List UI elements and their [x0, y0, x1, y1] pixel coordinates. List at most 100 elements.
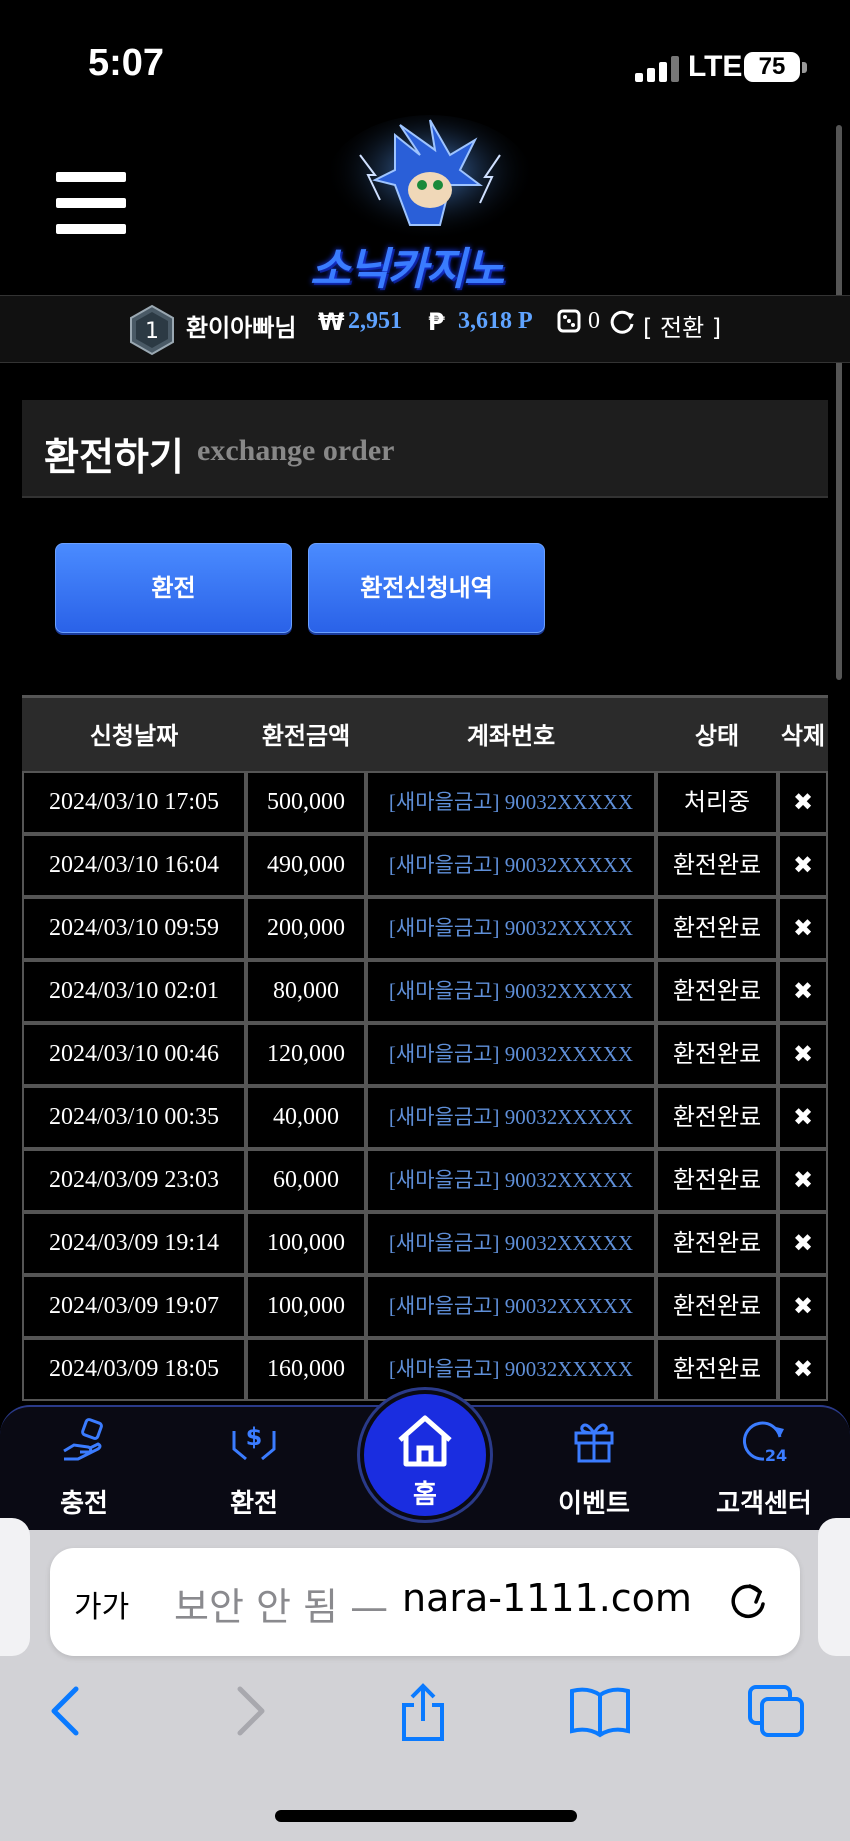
row-status: 환전완료 [658, 1277, 776, 1336]
delete-icon[interactable]: ✖ [780, 1088, 826, 1147]
refresh-icon[interactable] [608, 308, 636, 342]
row-status: 환전완료 [658, 836, 776, 895]
row-date: 2024/03/10 00:46 [24, 1025, 244, 1084]
network-label: LTE [688, 50, 743, 83]
table-row: 2024/03/09 19:07 100,000 [새마을금고] 90032XXXX… [22, 1275, 828, 1338]
logo-text: 소닉카지노 [310, 244, 504, 295]
hands-dollar-icon: $ [232, 1423, 276, 1461]
row-date: 2024/03/10 17:05 [24, 773, 244, 832]
table-row: 2024/03/10 09:59 200,000 [새마을금고] 90032XXXX… [22, 897, 828, 960]
delete-icon[interactable]: ✖ [780, 962, 826, 1021]
hand-money-icon [63, 1418, 103, 1461]
row-amount: 200,000 [248, 899, 364, 958]
row-amount: 500,000 [248, 773, 364, 832]
page-title-korean: 환전하기 [44, 435, 184, 479]
share-icon[interactable] [398, 1683, 448, 1743]
nav-charge[interactable]: 충전 [24, 1407, 144, 1532]
address-bar[interactable]: 가가 보안 안 됨 — nara-1111.com [50, 1548, 800, 1656]
table-row: 2024/03/10 00:46 120,000 [새마을금고] 90032XXXX… [22, 1023, 828, 1086]
page-scrollbar[interactable] [836, 125, 842, 680]
nav-charge-label: 충전 [60, 1489, 108, 1519]
page-title: 환전하기 exchange order [22, 400, 828, 498]
forward-icon[interactable] [230, 1683, 270, 1739]
header-account: 계좌번호 [466, 722, 556, 750]
battery-tip [802, 62, 807, 73]
table-row: 2024/03/10 02:01 80,000 [새마을금고] 90032XXXXX… [22, 960, 828, 1023]
bookmarks-icon[interactable] [568, 1683, 632, 1739]
header-amount: 환전금액 [261, 722, 351, 750]
svg-text:1: 1 [145, 319, 159, 344]
gift-icon [574, 1423, 614, 1463]
battery-icon: 75 [744, 52, 800, 82]
url-domain[interactable]: nara-1111.com [402, 1576, 692, 1620]
nav-support-label: 고객센터 [716, 1489, 812, 1519]
text-size-button[interactable]: 가가 [74, 1582, 129, 1626]
nav-event[interactable]: 이벤트 [534, 1407, 654, 1532]
delete-icon[interactable]: ✖ [780, 1277, 826, 1336]
row-status: 환전완료 [658, 899, 776, 958]
delete-icon[interactable]: ✖ [780, 1025, 826, 1084]
nav-home-label: 홈 [413, 1480, 437, 1510]
money-balance: 2,951 [348, 308, 402, 334]
row-account[interactable]: [새마을금고] 90032XXXXX [368, 836, 654, 895]
hamburger-menu-button[interactable] [56, 172, 126, 234]
point-icon: ₱ [428, 308, 445, 336]
table-row: 2024/03/10 16:04 490,000 [새마을금고] 90032XXXX… [22, 834, 828, 897]
delete-icon[interactable]: ✖ [780, 899, 826, 958]
exchange-history-tab-button[interactable]: 환전신청내역 [308, 543, 545, 633]
row-date: 2024/03/10 00:35 [24, 1088, 244, 1147]
row-account[interactable]: [새마을금고] 90032XXXXX [368, 1214, 654, 1273]
row-account[interactable]: [새마을금고] 90032XXXXX [368, 1277, 654, 1336]
row-date: 2024/03/10 09:59 [24, 899, 244, 958]
nav-exchange[interactable]: $ 환전 [194, 1407, 314, 1532]
row-date: 2024/03/09 19:14 [24, 1214, 244, 1273]
row-amount: 40,000 [248, 1088, 364, 1147]
not-secure-label: 보안 안 됨 — [174, 1585, 389, 1629]
row-date: 2024/03/10 16:04 [24, 836, 244, 895]
row-status: 환전완료 [658, 962, 776, 1021]
delete-icon[interactable]: ✖ [780, 1340, 826, 1399]
row-amount: 80,000 [248, 962, 364, 1021]
next-tab-peek[interactable] [818, 1518, 850, 1656]
table-header: 신청날짜 환전금액 계좌번호 상태 삭제 [22, 695, 828, 771]
row-amount: 120,000 [248, 1025, 364, 1084]
reload-icon[interactable] [726, 1578, 770, 1624]
nav-event-label: 이벤트 [558, 1489, 630, 1519]
24h-support-icon: 24 [742, 1421, 787, 1465]
row-amount: 490,000 [248, 836, 364, 895]
row-status: 환전완료 [658, 1151, 776, 1210]
delete-icon[interactable]: ✖ [780, 1151, 826, 1210]
row-account[interactable]: [새마을금고] 90032XXXXX [368, 773, 654, 832]
row-account[interactable]: [새마을금고] 90032XXXXX [368, 1025, 654, 1084]
delete-icon[interactable]: ✖ [780, 1214, 826, 1273]
back-icon[interactable] [46, 1683, 86, 1739]
delete-icon[interactable]: ✖ [780, 836, 826, 895]
user-info-bar: 1 환이아빠님 ₩ 2,951 ₱ 3,618 P 0 [ 전환 ] [0, 295, 850, 363]
row-account[interactable]: [새마을금고] 90032XXXXX [368, 899, 654, 958]
tabs-icon[interactable] [746, 1683, 808, 1741]
convert-button[interactable]: [ 전환 ] [643, 308, 721, 343]
row-date: 2024/03/09 18:05 [24, 1340, 244, 1399]
row-account[interactable]: [새마을금고] 90032XXXXX [368, 1340, 654, 1399]
svg-text:$: $ [246, 1423, 263, 1451]
row-status: 환전완료 [658, 1025, 776, 1084]
row-account[interactable]: [새마을금고] 90032XXXXX [368, 1088, 654, 1147]
header-status: 상태 [694, 722, 740, 750]
status-bar: 5:07 LTE 75 [0, 0, 850, 120]
exchange-tab-button[interactable]: 환전 [55, 543, 292, 633]
row-account[interactable]: [새마을금고] 90032XXXXX [368, 1151, 654, 1210]
table-row: 2024/03/10 00:35 40,000 [새마을금고] 90032XXXXX… [22, 1086, 828, 1149]
row-account[interactable]: [새마을금고] 90032XXXXX [368, 962, 654, 1021]
home-indicator [275, 1810, 577, 1822]
site-logo[interactable]: 소닉카지노 [300, 115, 560, 295]
row-amount: 60,000 [248, 1151, 364, 1210]
casino-chip-icon [556, 308, 582, 340]
chip-count: 0 [588, 308, 600, 334]
delete-icon[interactable]: ✖ [780, 773, 826, 832]
row-status: 처리중 [658, 773, 776, 832]
nav-home-button[interactable]: 홈 [360, 1390, 490, 1520]
home-icon [398, 1415, 452, 1467]
nav-support[interactable]: 24 고객센터 [704, 1407, 824, 1532]
previous-tab-peek[interactable] [0, 1518, 30, 1656]
page-title-english: exchange order [197, 434, 395, 467]
